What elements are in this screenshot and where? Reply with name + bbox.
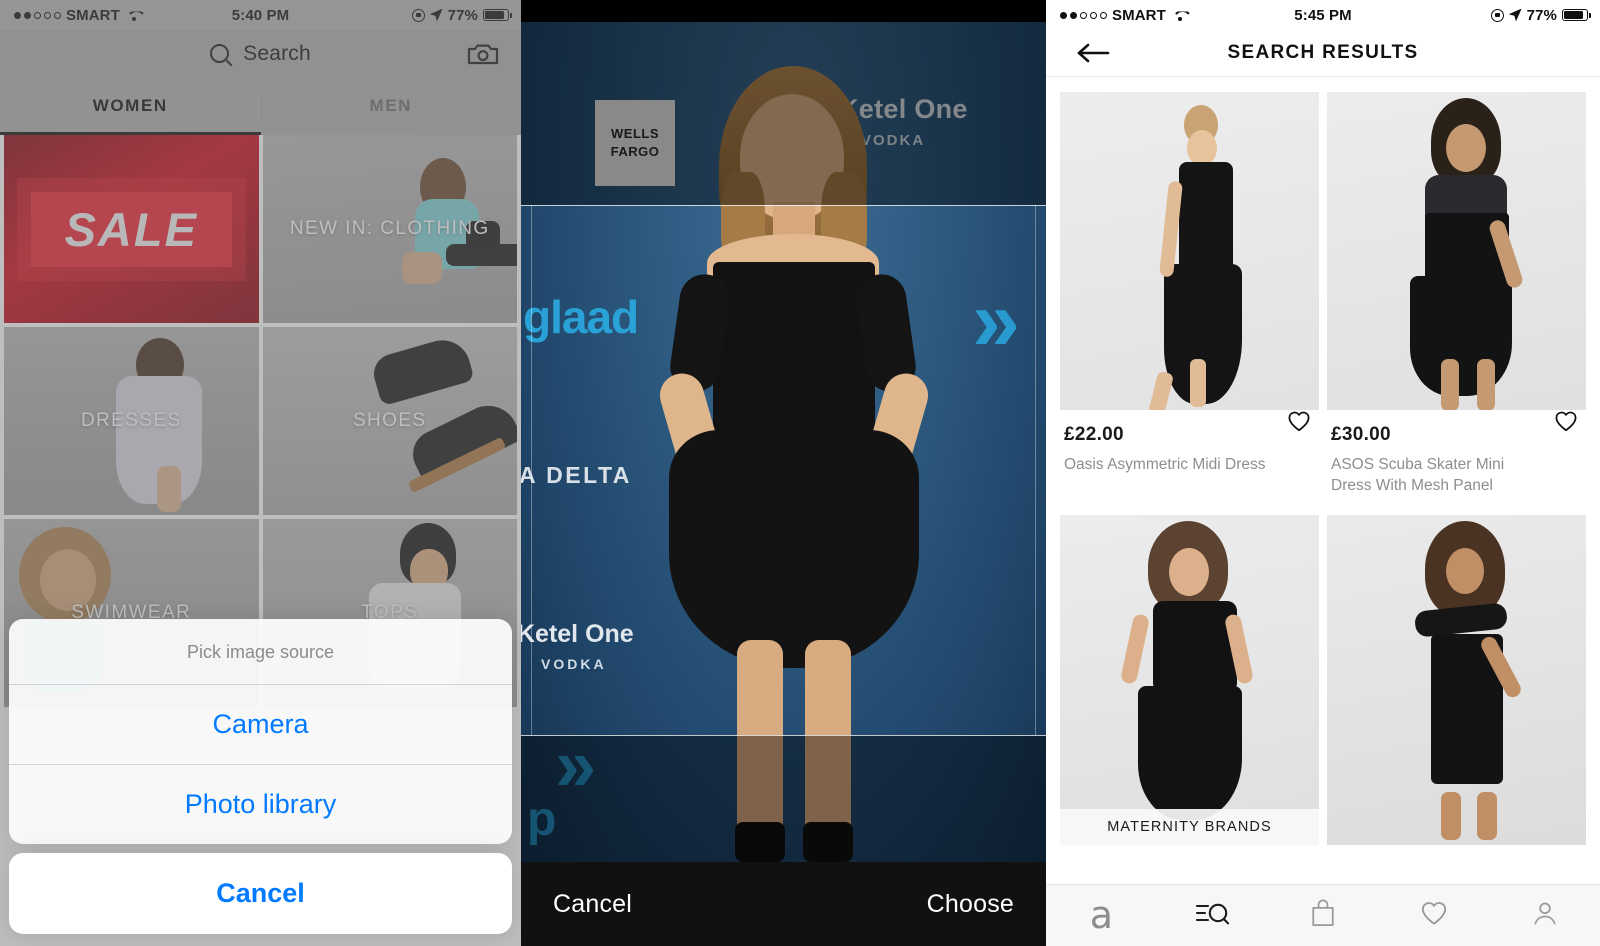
product-grid: £22.00 Oasis Asymmetric Midi Dress £30.0… [1046,78,1600,884]
crop-handle-right[interactable] [1035,205,1036,735]
heart-icon [1420,900,1448,931]
product-card[interactable]: £22.00 Oasis Asymmetric Midi Dress [1060,92,1319,497]
back-arrow-icon[interactable] [1076,42,1110,64]
model-dress-skirt [669,430,919,668]
model-shoe-right [803,822,853,862]
crop-handle-bottom[interactable] [521,735,1046,736]
crop-top-black-bar [521,0,1046,22]
status-bar-right: SMART 5:45 PM 77% [1046,0,1600,30]
bottom-tab-bar: a [1046,884,1600,946]
crop-photo-canvas[interactable]: WELLS FARGO Ketel One VODKA glaad A DELT… [521,22,1046,862]
product-price: £30.00 [1331,424,1391,445]
rotation-lock-icon [1490,8,1504,22]
category-tile-shoes[interactable]: SHOES [262,327,517,515]
crop-cancel-button[interactable]: Cancel [553,890,632,919]
battery-icon [483,9,513,21]
category-tile-sale[interactable]: SALE [4,135,259,323]
backdrop-wells-fargo-logo: WELLS FARGO [595,100,675,186]
backdrop-glaad-logo: glaad [523,291,639,343]
product-image[interactable] [1327,514,1586,845]
search-filter-icon [1195,899,1230,932]
navigation-bar: SEARCH RESULTS [1046,30,1600,76]
backdrop-vodka-bottom: VODKA [541,656,607,672]
crop-handle-top[interactable] [521,205,1046,206]
tab-bag[interactable] [1268,899,1379,932]
search-placeholder: Search [243,41,311,65]
category-tile-dresses[interactable]: DRESSES [4,327,259,515]
location-arrow-icon [430,9,443,22]
tab-account[interactable] [1489,900,1600,931]
category-label-sale: SALE [64,202,198,256]
search-bar[interactable]: Search [0,30,521,77]
backdrop-ketel-one-bottom: Ketel One [521,620,634,648]
action-sheet-title: Pick image source [186,642,335,662]
tab-men[interactable]: MEN [261,77,522,135]
person-icon [1532,900,1558,931]
crop-handle-left[interactable] [531,205,532,735]
asos-a-logo-icon: a [1089,893,1114,938]
panel-search-results: SMART 5:45 PM 77% SEARCH RESULTS £22.00 … [1046,0,1600,946]
tab-men-label: MEN [369,96,413,115]
heart-icon[interactable] [1554,410,1578,432]
product-price: £22.00 [1064,424,1124,445]
model-dress-bodice [713,262,875,448]
action-sheet-group: Pick image source Camera Photo library [9,619,512,844]
product-title: ASOS Scuba Skater Mini Dress With Mesh P… [1331,456,1505,494]
tab-women[interactable]: WOMEN [0,77,261,135]
status-bar-left: SMART 5:40 PM 77% [0,0,521,30]
crop-toolbar: Cancel Choose [521,862,1046,946]
maternity-brands-badge: MATERNITY BRANDS [1060,808,1319,845]
product-row: MATERNITY BRANDS [1060,514,1586,845]
tab-search[interactable] [1157,899,1268,932]
product-image[interactable]: MATERNITY BRANDS [1060,514,1319,845]
camera-icon[interactable] [467,42,499,66]
navbar-divider [1046,76,1600,77]
product-row: £22.00 Oasis Asymmetric Midi Dress £30.0… [1060,92,1586,497]
product-card[interactable]: £30.00 ASOS Scuba Skater Mini Dress With… [1327,92,1586,497]
cancel-button[interactable]: Cancel [9,853,512,934]
camera-option-button[interactable]: Camera [9,685,512,764]
search-icon [210,44,230,63]
gender-tabs: WOMEN MEN [0,77,521,135]
status-bar-right-group: 77% [1490,6,1592,24]
category-label-shoes: SHOES [352,410,427,431]
three-screenshot-collage: SMART 5:40 PM 77% Search WOMEN MEN SALE … [0,0,1600,946]
backdrop-delta-logo: A DELTA [521,462,632,488]
category-label-dresses: DRESSES [80,410,182,431]
shopping-bag-icon [1310,899,1336,932]
battery-percent-label: 77% [1526,6,1557,24]
tab-saved[interactable] [1378,900,1489,931]
pick-image-source-action-sheet: Pick image source Camera Photo library C… [0,619,521,946]
search-input[interactable]: Search [210,42,311,66]
panel-home-screen: SMART 5:40 PM 77% Search WOMEN MEN SALE … [0,0,521,946]
rotation-lock-icon [411,8,425,22]
product-meta: £22.00 Oasis Asymmetric Midi Dress [1060,410,1319,476]
product-meta: £30.00 ASOS Scuba Skater Mini Dress With… [1327,410,1586,497]
product-image[interactable] [1060,92,1319,410]
location-arrow-icon [1509,9,1522,22]
photo-library-option-button[interactable]: Photo library [9,765,512,844]
crop-choose-button[interactable]: Choose [927,890,1014,919]
status-bar-right-group: 77% [411,6,513,24]
category-label-new-in-clothing: NEW IN: CLOTHING [289,218,490,239]
panel-image-crop: WELLS FARGO Ketel One VODKA glaad A DELT… [521,0,1046,946]
wells-line-2: FARGO [610,144,660,159]
battery-icon [1562,9,1592,21]
backdrop-letter-mark: p [527,793,557,846]
sale-badge: SALE [30,191,232,267]
product-image[interactable] [1327,92,1586,410]
tab-women-label: WOMEN [92,96,168,115]
battery-percent-label: 77% [447,6,478,24]
product-card[interactable]: MATERNITY BRANDS [1060,514,1319,845]
model-shoe-left [735,822,785,862]
page-title: SEARCH RESULTS [1227,42,1419,63]
heart-icon[interactable] [1287,410,1311,432]
backdrop-swoosh-mark: » [972,273,1020,369]
product-title: Oasis Asymmetric Midi Dress [1064,456,1266,473]
product-card[interactable] [1327,514,1586,845]
category-tile-new-in-clothing[interactable]: NEW IN: CLOTHING [262,135,517,323]
tab-home[interactable]: a [1046,893,1157,938]
backdrop-vodka-top: VODKA [861,132,926,149]
wells-line-1: WELLS [611,126,659,142]
